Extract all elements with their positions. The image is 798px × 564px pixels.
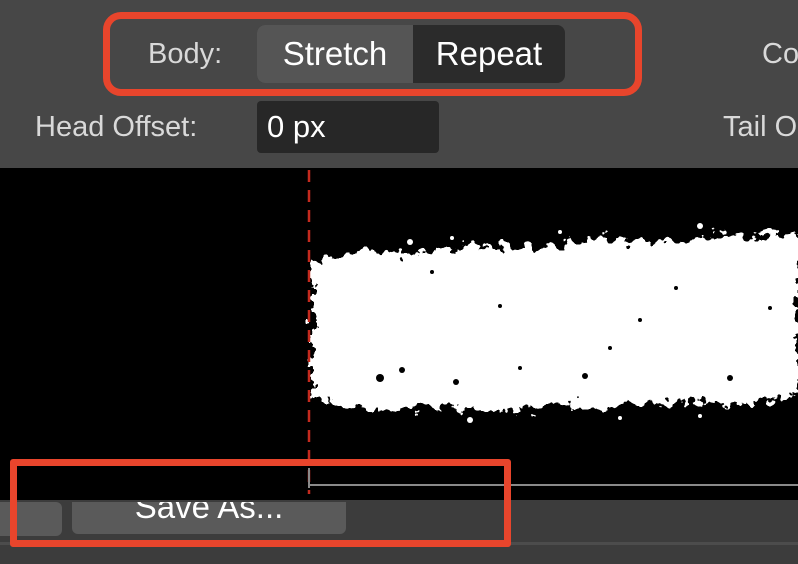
brush-preview-canvas[interactable] [0, 168, 798, 500]
head-offset-input[interactable]: 0 px [257, 101, 439, 153]
brush-stroke-preview [307, 170, 798, 494]
brush-stroke [312, 234, 798, 412]
highlight-save-as [10, 459, 511, 547]
right-label-top-clipped: Co [762, 38, 798, 70]
highlight-body-mode [103, 12, 642, 96]
tail-offset-label-clipped: Tail O [723, 111, 798, 143]
head-offset-label: Head Offset: [35, 111, 198, 143]
